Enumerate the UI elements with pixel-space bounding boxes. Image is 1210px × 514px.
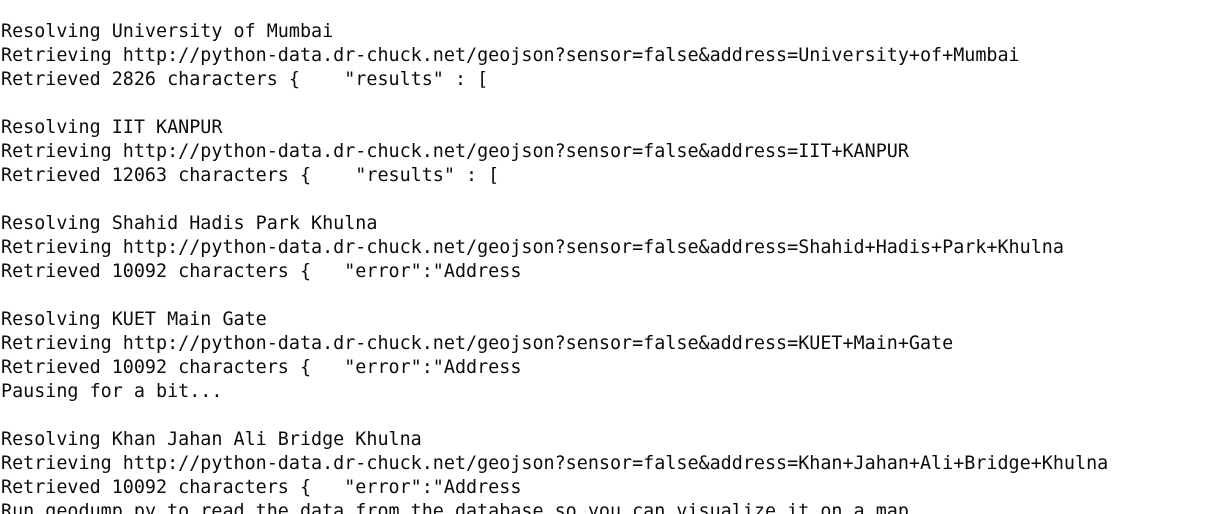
terminal-line: Retrieved 10092 characters { "error":"Ad…: [1, 357, 522, 378]
terminal-line: Retrieving http://python-data.dr-chuck.n…: [1, 237, 1064, 258]
terminal-line: Retrieved 10092 characters { "error":"Ad…: [1, 477, 522, 498]
terminal-line: Retrieved 12063 characters { "results" :…: [1, 165, 500, 186]
terminal-output[interactable]: Resolving University of Mumbai Retrievin…: [0, 0, 1210, 514]
terminal-line: Run geodump.py to read the data from the…: [1, 501, 920, 514]
terminal-line: Resolving KUET Main Gate: [1, 309, 267, 330]
terminal-line: Retrieving http://python-data.dr-chuck.n…: [1, 141, 909, 162]
terminal-line: Retrieving http://python-data.dr-chuck.n…: [1, 333, 954, 354]
terminal-line: Retrieved 2826 characters { "results" : …: [1, 69, 489, 90]
terminal-line: Resolving Shahid Hadis Park Khulna: [1, 213, 378, 234]
terminal-line: Resolving University of Mumbai: [1, 21, 334, 42]
terminal-line: Retrieved 10092 characters { "error":"Ad…: [1, 261, 522, 282]
terminal-line: Resolving Khan Jahan Ali Bridge Khulna: [1, 429, 422, 450]
terminal-line: Resolving IIT KANPUR: [1, 117, 223, 138]
terminal-line: Retrieving http://python-data.dr-chuck.n…: [1, 45, 1020, 66]
terminal-line: Retrieving http://python-data.dr-chuck.n…: [1, 453, 1109, 474]
terminal-line: Pausing for a bit...: [1, 381, 223, 402]
